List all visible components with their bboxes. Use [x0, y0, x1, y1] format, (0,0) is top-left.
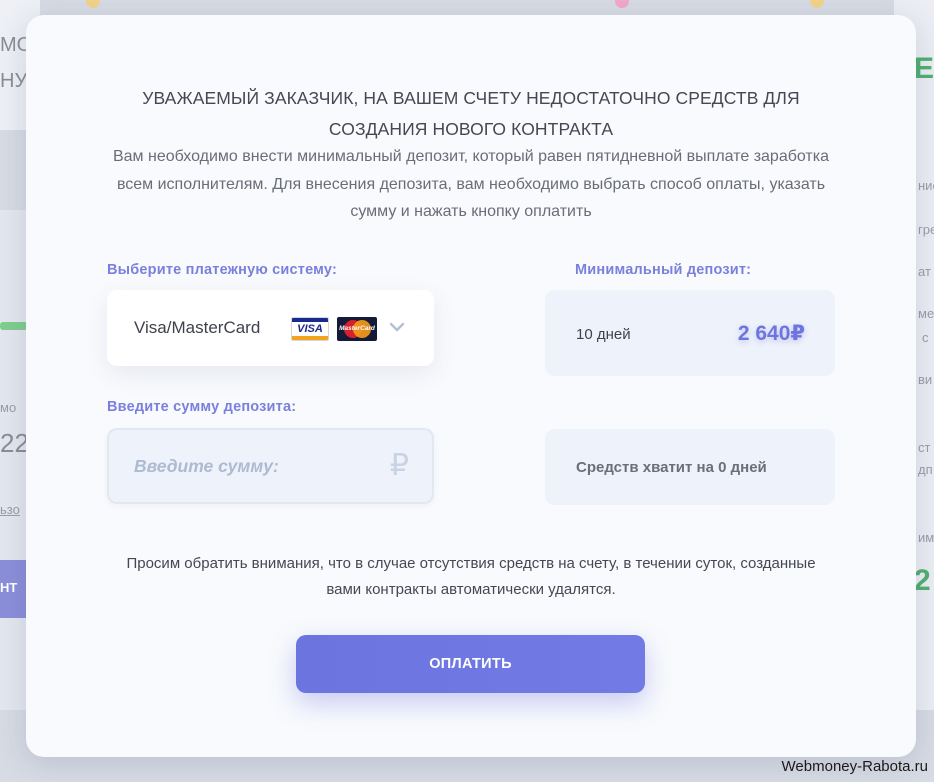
mastercard-logo-text: MasterCard	[339, 325, 375, 332]
background-text: нис	[918, 178, 934, 193]
pay-button[interactable]: ОПЛАТИТЬ	[296, 635, 645, 693]
watermark: Webmoney-Rabota.ru	[781, 758, 928, 775]
background-text: гре	[918, 222, 934, 237]
payment-system-select[interactable]: Visa/MasterCard VISA MasterCard	[107, 290, 434, 366]
background-dot	[86, 0, 100, 8]
modal-title: УВАЖАЕМЫЙ ЗАКАЗЧИК, НА ВАШЕМ СЧЕТУ НЕДОС…	[142, 88, 800, 139]
background-text: ст	[918, 440, 931, 455]
min-deposit-days: 10 дней	[576, 326, 631, 343]
payment-system-value: Visa/MasterCard	[134, 318, 261, 337]
background-text: мо	[0, 400, 17, 415]
background-text: им	[918, 530, 934, 545]
min-deposit-amount: 2 640₽	[737, 322, 805, 345]
deposit-amount-input[interactable]	[107, 428, 434, 504]
background-text: НУ	[0, 70, 28, 92]
deposit-amount-field: ₽	[107, 428, 434, 504]
background-link: ьзо	[0, 502, 20, 517]
background-text: с	[922, 330, 929, 345]
funds-duration-text: Средств хватит на 0 дней	[576, 458, 767, 476]
mastercard-icon: MasterCard	[337, 317, 377, 341]
ruble-icon: ₽	[389, 449, 409, 482]
min-deposit-card: 10 дней 2 640₽	[545, 290, 835, 376]
modal-subtitle: Вам необходимо внести минимальный депози…	[112, 148, 830, 220]
background-dot	[615, 0, 629, 8]
auto-delete-notice: Просим обратить внимания, что в случае о…	[126, 555, 816, 598]
chevron-down-icon[interactable]	[388, 318, 406, 336]
visa-logo-text: VISA	[297, 323, 323, 335]
funds-duration-card: Средств хватит на 0 дней	[545, 429, 835, 505]
visa-icon: VISA	[291, 317, 329, 341]
background-text: дп	[918, 462, 933, 477]
background-text: 2	[914, 564, 931, 597]
deposit-amount-label: Введите сумму депозита:	[107, 399, 297, 415]
background-text: Е	[914, 52, 934, 85]
background-dot	[810, 0, 824, 8]
background-text: ме	[918, 306, 934, 321]
background-text: 22	[0, 428, 29, 458]
background-progress-bar	[0, 322, 28, 330]
payment-system-label: Выберите платежную систему:	[107, 262, 338, 278]
background-text: ви	[918, 372, 933, 387]
background-text: ат	[918, 264, 931, 279]
min-deposit-label: Минимальный депозит:	[575, 262, 752, 278]
insufficient-funds-modal: УВАЖАЕМЫЙ ЗАКАЗЧИК, НА ВАШЕМ СЧЕТУ НЕДОС…	[26, 15, 916, 757]
